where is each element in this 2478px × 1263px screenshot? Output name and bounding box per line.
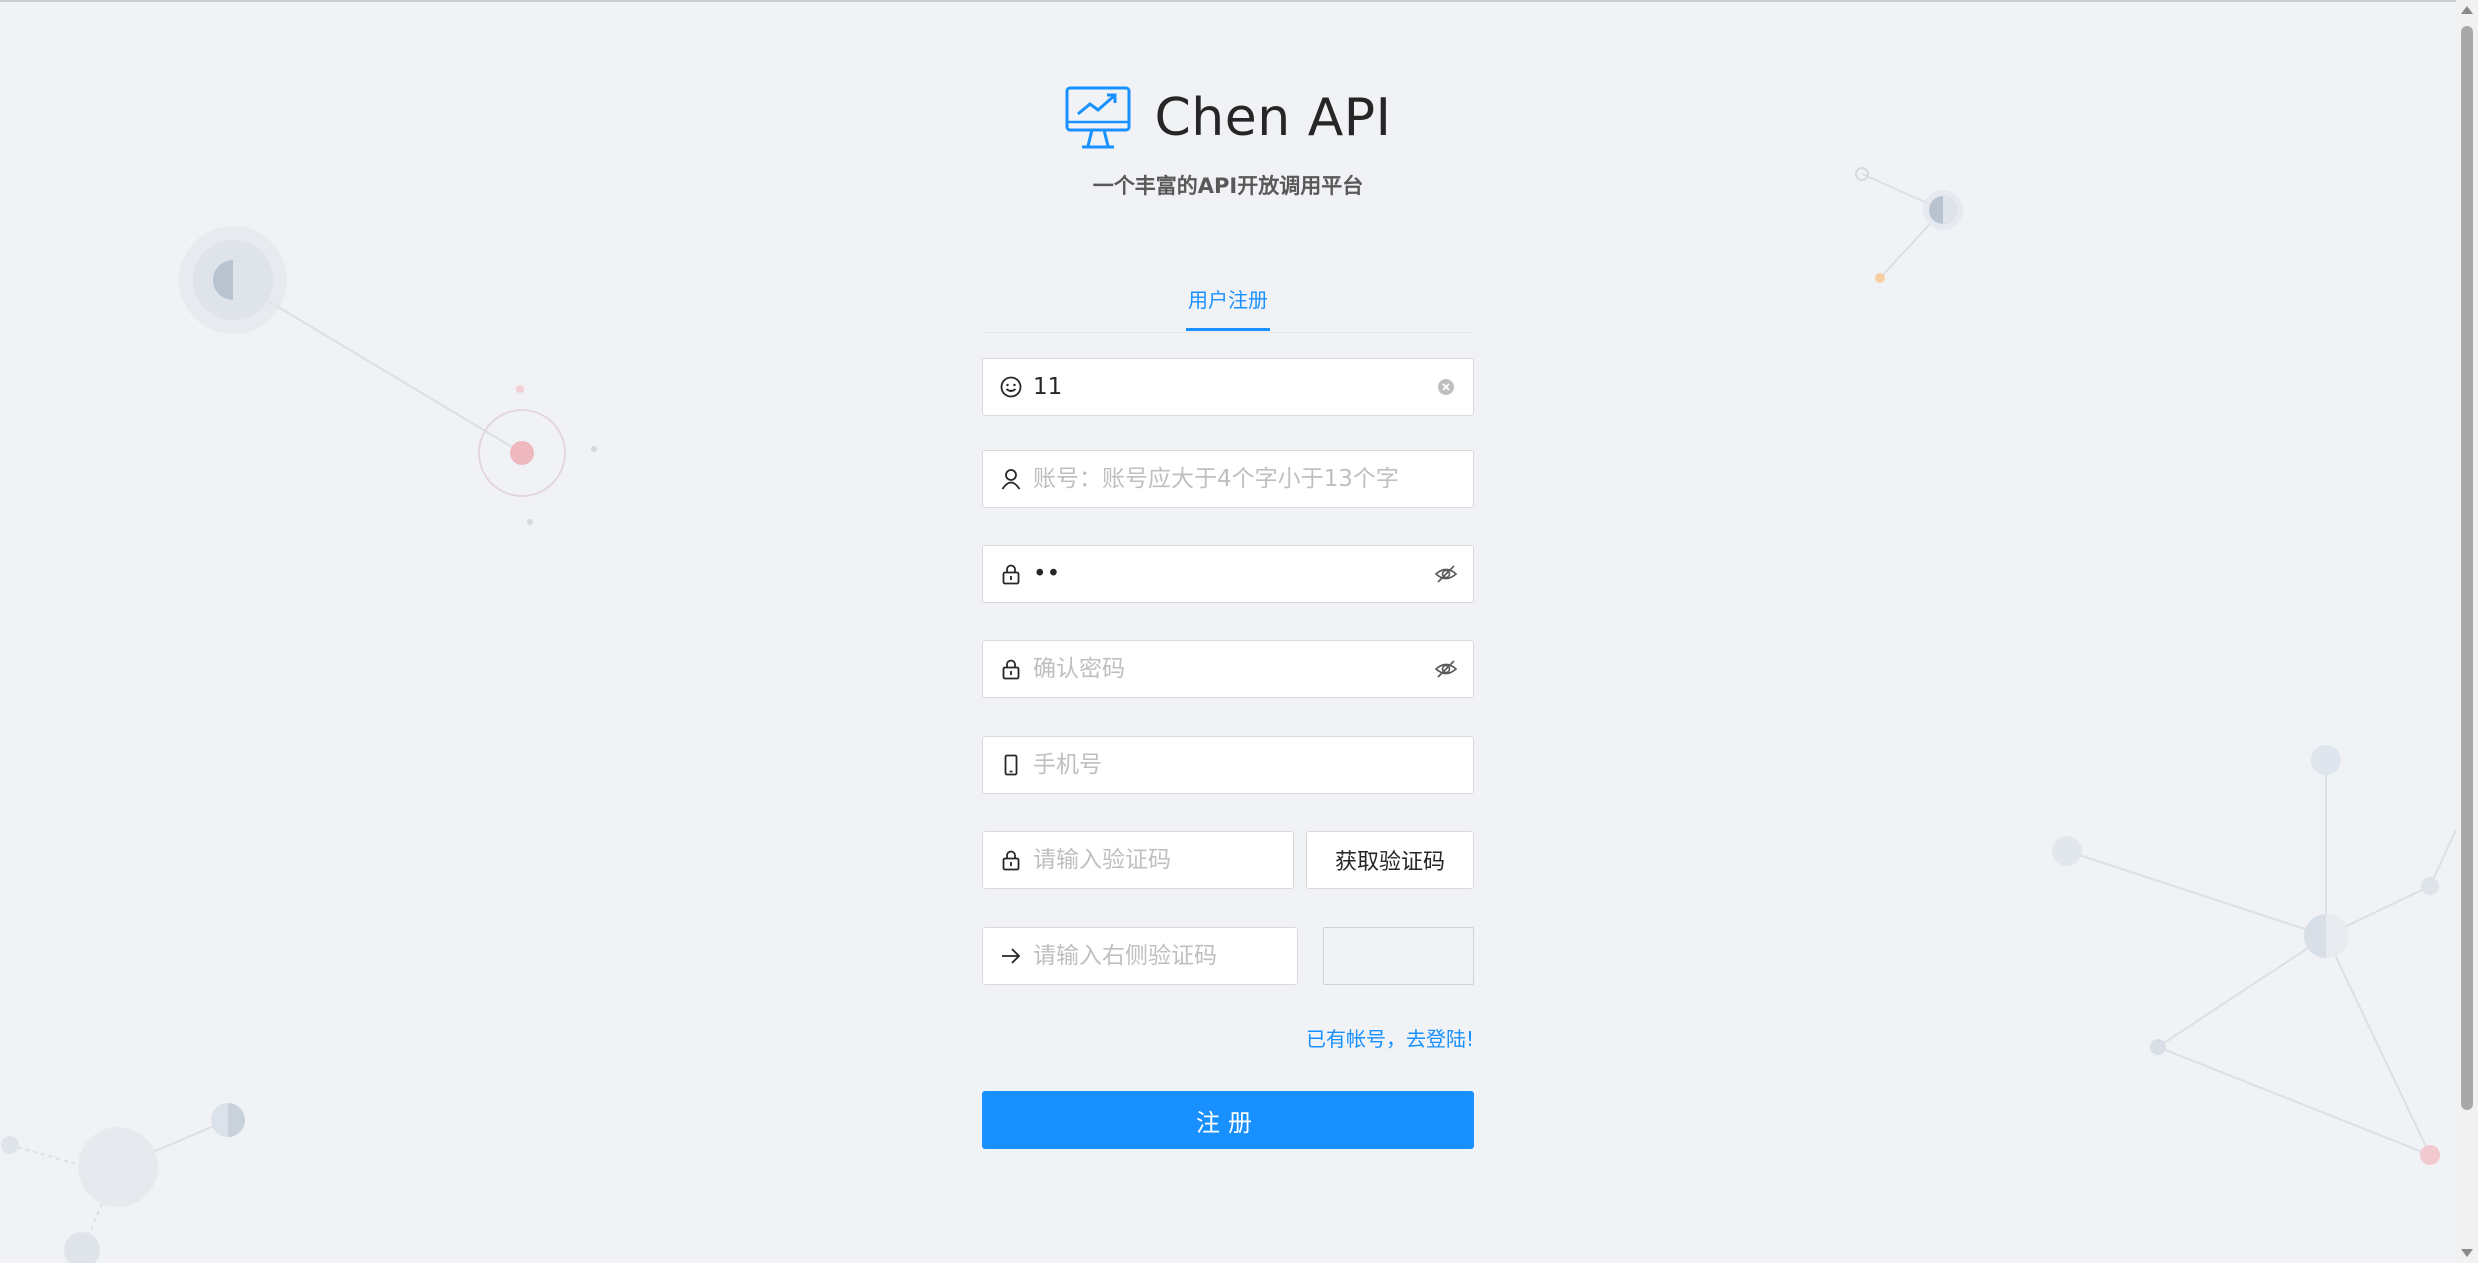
scroll-down-arrow-icon[interactable] (2461, 1249, 2473, 1257)
get-code-button[interactable]: 获取验证码 (1306, 831, 1474, 889)
lock-icon (999, 848, 1023, 872)
nickname-input[interactable] (1031, 373, 1433, 401)
image-code-field[interactable] (982, 927, 1298, 985)
smile-icon (999, 375, 1023, 399)
captcha-image[interactable] (1323, 927, 1474, 985)
eye-invisible-icon[interactable] (1433, 561, 1459, 587)
tab-bar: 用户注册 (982, 270, 1474, 333)
phone-field[interactable] (982, 736, 1474, 794)
register-button[interactable]: 注册 (982, 1091, 1474, 1149)
lock-icon (999, 562, 1023, 586)
app-title: Chen API (1154, 88, 1392, 148)
confirm-password-input[interactable] (1031, 655, 1433, 683)
login-link[interactable]: 已有帐号，去登陆! (1306, 1023, 1474, 1052)
brand: Chen API (0, 84, 2456, 152)
user-icon (999, 467, 1023, 491)
account-input[interactable] (1031, 465, 1459, 493)
clear-icon[interactable] (1433, 374, 1459, 400)
sms-code-field[interactable] (982, 831, 1294, 889)
scroll-up-arrow-icon[interactable] (2461, 6, 2473, 14)
lock-icon (999, 657, 1023, 681)
tab-register[interactable]: 用户注册 (1186, 284, 1270, 331)
scrollbar-thumb[interactable] (2461, 26, 2473, 1110)
mobile-icon (999, 753, 1023, 777)
monitor-chart-logo-icon (1065, 86, 1131, 149)
password-field[interactable] (982, 545, 1474, 603)
phone-input[interactable] (1031, 751, 1459, 779)
nickname-field[interactable] (982, 358, 1474, 416)
image-code-input[interactable] (1031, 942, 1283, 970)
sms-code-input[interactable] (1031, 846, 1279, 874)
app-subtitle: 一个丰富的API开放调用平台 (1092, 174, 1364, 198)
register-form: 用户注册 11 账号：账号应大于4个字小于13个字 •• 手机号 请输入验证码 … (982, 270, 1474, 1149)
vertical-scrollbar[interactable] (2456, 0, 2478, 1263)
arrow-right-icon (999, 944, 1023, 968)
page-header: Chen API 一个丰富的API开放调用平台 (0, 84, 2456, 200)
confirm-password-field[interactable] (982, 640, 1474, 698)
eye-invisible-icon[interactable] (1433, 656, 1459, 682)
account-field[interactable] (982, 450, 1474, 508)
password-input[interactable] (1031, 560, 1433, 588)
